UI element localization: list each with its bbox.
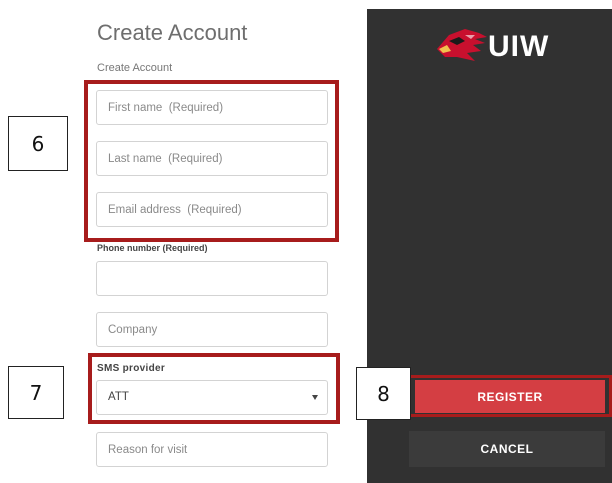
sms-provider-highlight [88, 353, 340, 424]
register-button[interactable]: REGISTER [415, 380, 605, 413]
company-input[interactable] [96, 312, 328, 347]
callout-7: 7 [8, 366, 64, 419]
callout-6: 6 [8, 116, 68, 171]
callout-8: 8 [356, 367, 411, 420]
reason-for-visit-input[interactable] [96, 432, 328, 467]
cancel-button[interactable]: CANCEL [409, 431, 605, 467]
uiw-logo: UIW [435, 27, 575, 69]
cardinal-head-icon [437, 29, 487, 61]
phone-input[interactable] [96, 261, 328, 296]
name-email-highlight [84, 80, 339, 242]
page-subtitle: Create Account [97, 62, 173, 74]
logo-text: UIW [488, 30, 550, 63]
page-title: Create Account [97, 20, 248, 45]
phone-label: Phone number (Required) [97, 243, 208, 253]
